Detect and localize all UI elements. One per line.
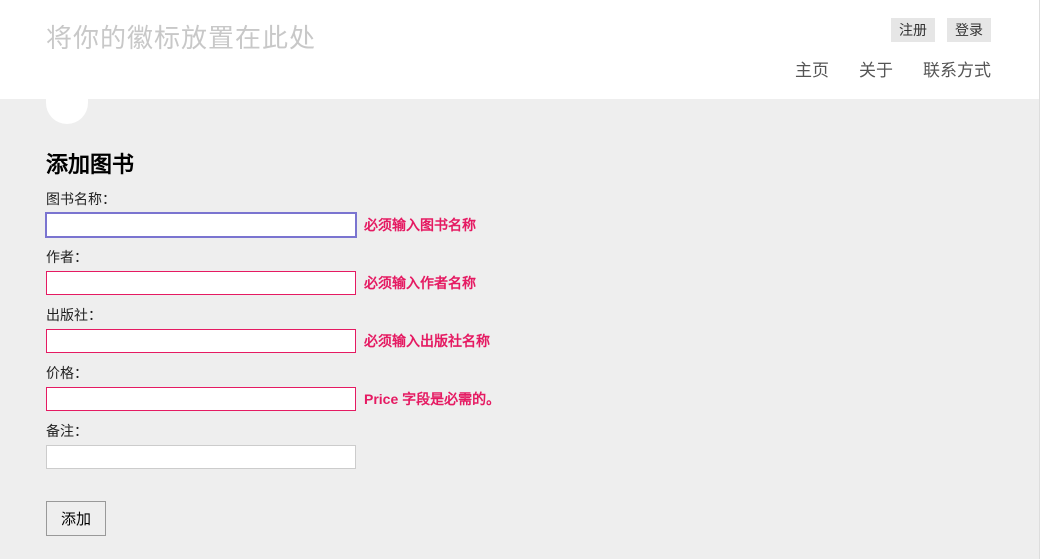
header-right: 注册 登录 主页 关于 联系方式 xyxy=(795,18,991,81)
error-book-name: 必须输入图书名称 xyxy=(364,215,476,235)
input-publisher[interactable] xyxy=(46,329,356,353)
nav-links: 主页 关于 联系方式 xyxy=(795,56,991,81)
field-price: 价格： Price 字段是必需的。 xyxy=(46,363,993,411)
field-remark: 备注： xyxy=(46,421,993,469)
register-link[interactable]: 注册 xyxy=(891,18,935,42)
input-author[interactable] xyxy=(46,271,356,295)
field-publisher: 出版社： 必须输入出版社名称 xyxy=(46,305,993,353)
content-area: 添加图书 图书名称： 必须输入图书名称 作者： 必须输入作者名称 出版社： 必须… xyxy=(0,99,1039,559)
label-publisher: 出版社： xyxy=(46,305,993,325)
label-book-name: 图书名称： xyxy=(46,189,993,209)
field-author: 作者： 必须输入作者名称 xyxy=(46,247,993,295)
error-price: Price 字段是必需的。 xyxy=(364,389,500,409)
logo-bump xyxy=(46,98,88,124)
auth-links: 注册 登录 xyxy=(891,18,991,42)
nav-contact[interactable]: 联系方式 xyxy=(923,56,991,81)
input-remark[interactable] xyxy=(46,445,356,469)
label-remark: 备注： xyxy=(46,421,993,441)
nav-home[interactable]: 主页 xyxy=(795,56,829,81)
page-title: 添加图书 xyxy=(46,147,993,179)
input-book-name[interactable] xyxy=(46,213,356,237)
label-author: 作者： xyxy=(46,247,993,267)
error-author: 必须输入作者名称 xyxy=(364,273,476,293)
field-book-name: 图书名称： 必须输入图书名称 xyxy=(46,189,993,237)
nav-about[interactable]: 关于 xyxy=(859,56,893,81)
input-price[interactable] xyxy=(46,387,356,411)
header: 将你的徽标放置在此处 注册 登录 主页 关于 联系方式 xyxy=(0,0,1039,99)
label-price: 价格： xyxy=(46,363,993,383)
submit-button[interactable]: 添加 xyxy=(46,501,106,536)
login-link[interactable]: 登录 xyxy=(947,18,991,42)
error-publisher: 必须输入出版社名称 xyxy=(364,331,490,351)
logo-placeholder: 将你的徽标放置在此处 xyxy=(46,18,316,55)
